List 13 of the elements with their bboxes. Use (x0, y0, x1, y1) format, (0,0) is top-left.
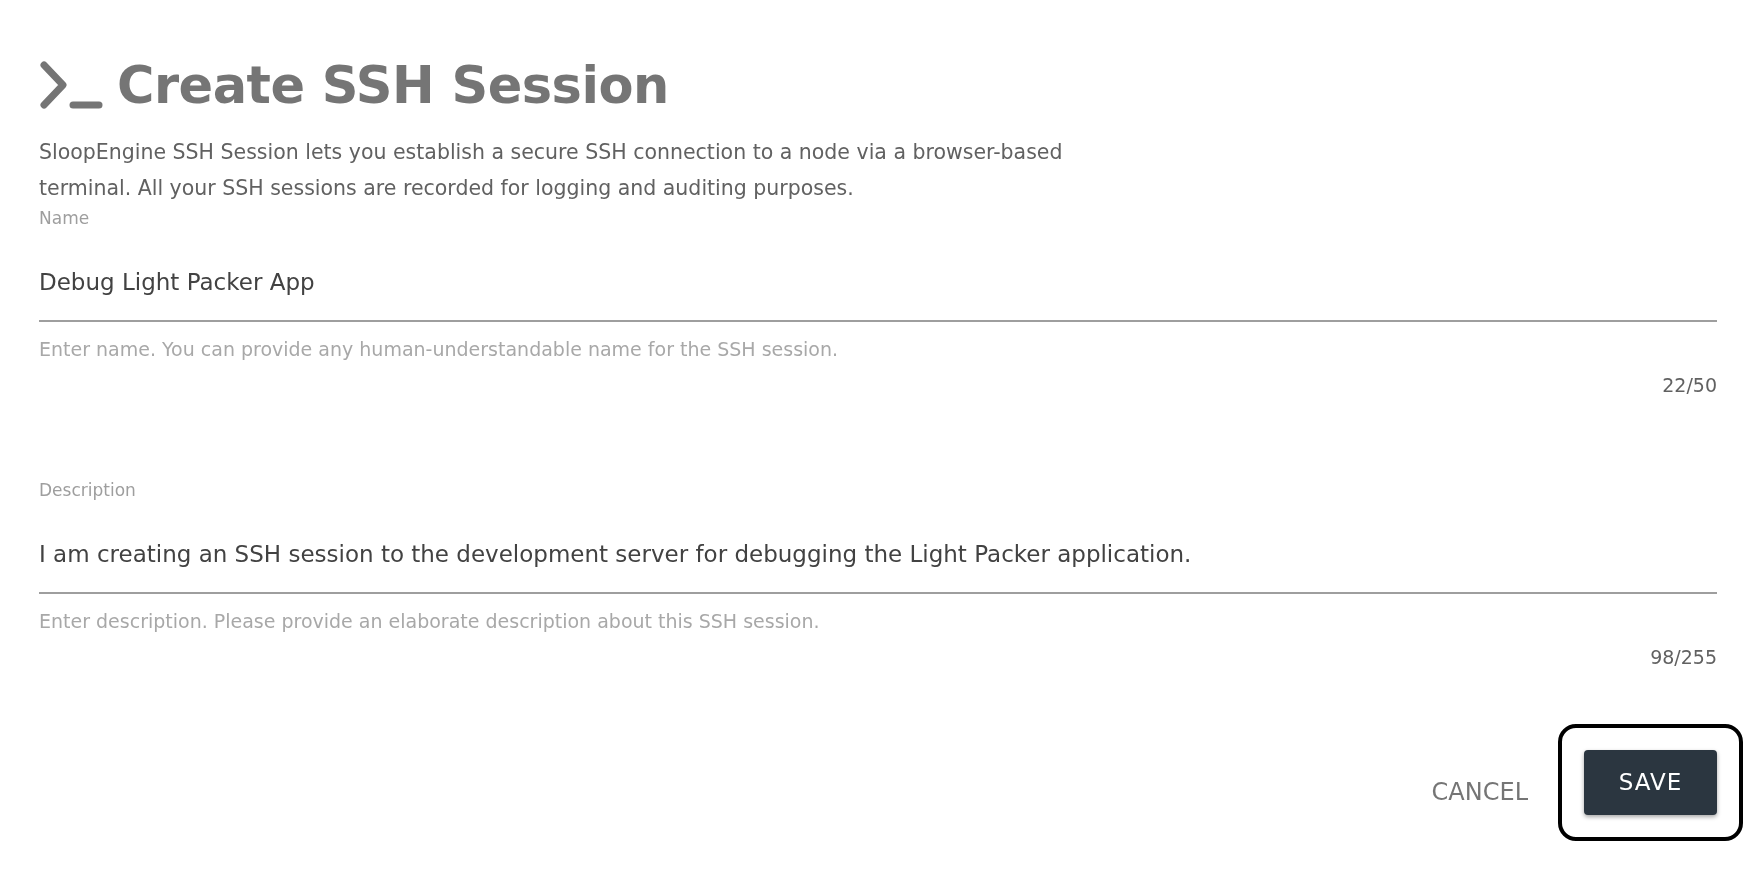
field-label: Name (39, 207, 90, 230)
terminal-prompt-icon (39, 60, 103, 110)
page-title: Create SSH Session (117, 59, 669, 111)
helper-text: Enter description. Please provide an elaborate description about this SSH session. (39, 609, 820, 634)
helper-text: Enter name. You can provide any human-understandable name for the SSH session. (39, 337, 839, 362)
text-field[interactable]: I am creating an SSH session to the development server for debugging the Light Packer application. (39, 522, 1717, 594)
text-field[interactable]: Debug Light Packer App (39, 250, 1717, 322)
character-counter: 98/255 (1650, 645, 1717, 670)
save-button[interactable]: SAVE (1584, 749, 1717, 815)
character-counter: 22/50 (1662, 373, 1717, 398)
intro-paragraph: SloopEngine SSH Session lets you establish a secure SSH connection to a node via a browser-based terminal. All your SSH sessions are recorded for logging and auditing purposes. (39, 139, 1064, 202)
field-label: Description (39, 479, 136, 502)
cancel-button[interactable]: CANCEL (1427, 760, 1532, 824)
